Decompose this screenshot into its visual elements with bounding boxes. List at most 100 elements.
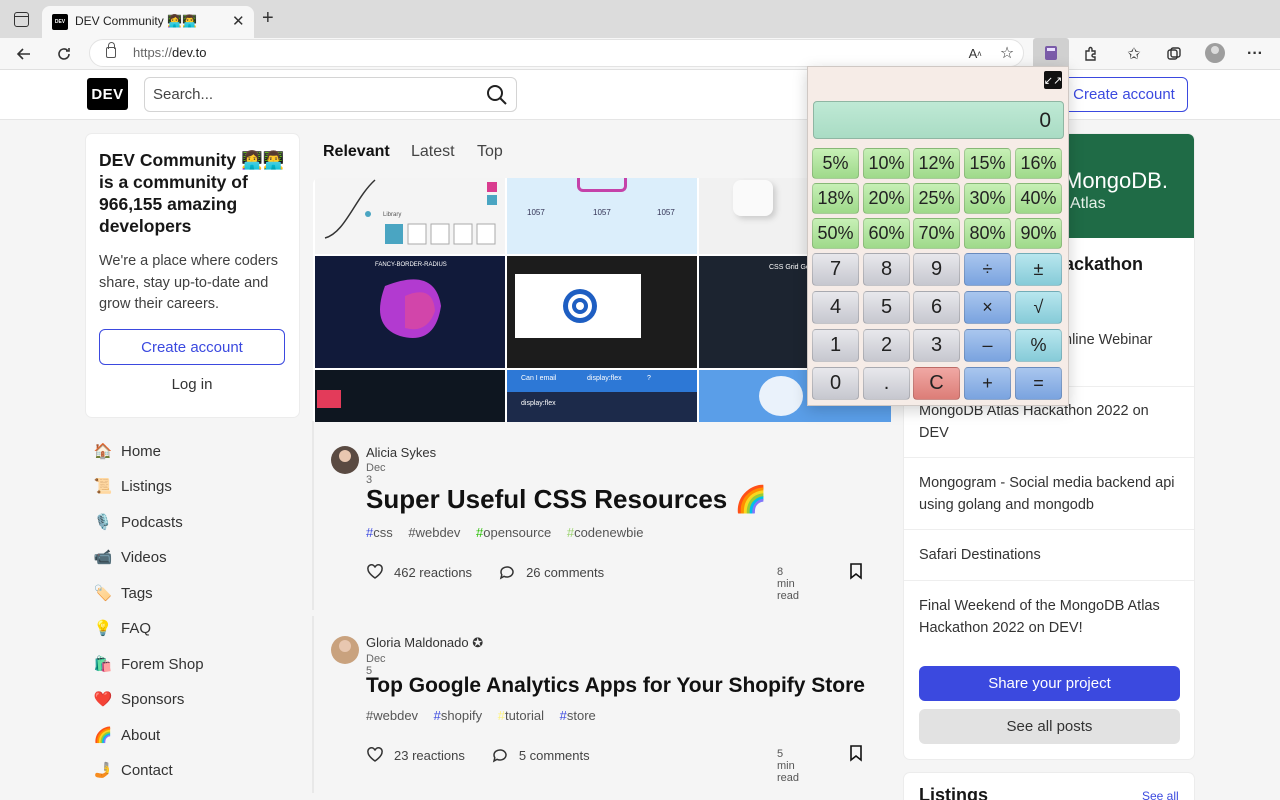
lock-icon[interactable]: [106, 42, 116, 58]
new-tab-icon[interactable]: +: [262, 8, 274, 28]
collections-icon[interactable]: [1162, 42, 1186, 66]
tag-link[interactable]: #codenewbie: [567, 525, 644, 540]
percent-key[interactable]: 30%: [964, 183, 1011, 214]
share-project-button[interactable]: Share your project: [919, 666, 1180, 701]
percent-key[interactable]: 90%: [1015, 218, 1062, 249]
function-key[interactable]: %: [1015, 329, 1062, 362]
tag-link[interactable]: #store: [560, 708, 596, 723]
percent-key[interactable]: 40%: [1015, 183, 1062, 214]
post-author[interactable]: Gloria Maldonado ✪: [366, 635, 483, 651]
profile-avatar[interactable]: [1205, 43, 1225, 63]
tab-latest[interactable]: Latest: [411, 143, 455, 161]
percent-key[interactable]: 12%: [913, 148, 960, 179]
digit-key[interactable]: 0: [812, 367, 859, 400]
percent-key[interactable]: 60%: [863, 218, 910, 249]
tag-link[interactable]: #shopify: [434, 708, 482, 723]
tab-relevant[interactable]: Relevant: [323, 143, 390, 161]
extensions-icon[interactable]: [1079, 42, 1103, 66]
digit-key[interactable]: 4: [812, 291, 859, 324]
tag-link[interactable]: #webdev: [366, 708, 418, 723]
digit-key[interactable]: 6: [913, 291, 960, 324]
nav-item-tags[interactable]: 🏷️ Tags: [94, 580, 153, 606]
equals-key[interactable]: =: [1015, 367, 1062, 400]
sidebar-link[interactable]: Final Weekend of the MongoDB Atlas Hacka…: [919, 595, 1179, 639]
operator-key[interactable]: ×: [964, 291, 1011, 324]
nav-item-home[interactable]: 🏠 Home: [94, 438, 161, 464]
refresh-icon[interactable]: [52, 42, 76, 66]
search-box[interactable]: [144, 77, 517, 112]
see-all-posts-button[interactable]: See all posts: [919, 709, 1180, 744]
tag-link[interactable]: #tutorial: [498, 708, 544, 723]
percent-key[interactable]: 5%: [812, 148, 859, 179]
nav-item-faq[interactable]: 💡 FAQ: [94, 615, 151, 641]
back-icon[interactable]: [12, 42, 36, 66]
digit-key[interactable]: 2: [863, 329, 910, 362]
comments-button[interactable]: 26 comments: [498, 563, 604, 581]
operator-key[interactable]: +: [964, 367, 1011, 400]
sidebar-link[interactable]: MongoDB Atlas Hackathon 2022 on DEV: [919, 400, 1179, 444]
search-icon[interactable]: [486, 84, 508, 106]
bookmark-icon[interactable]: [849, 562, 863, 585]
more-options-icon[interactable]: ···: [1243, 42, 1267, 66]
calculator-extension-button[interactable]: [1033, 38, 1069, 69]
digit-key[interactable]: 7: [812, 253, 859, 286]
percent-key[interactable]: 80%: [964, 218, 1011, 249]
percent-key[interactable]: 15%: [964, 148, 1011, 179]
tab-top[interactable]: Top: [477, 143, 503, 161]
decimal-key[interactable]: .: [863, 367, 910, 400]
comments-button[interactable]: 5 comments: [491, 746, 590, 764]
dev-logo[interactable]: DEV: [87, 78, 128, 110]
function-key[interactable]: ±: [1015, 253, 1062, 286]
nav-item-listings[interactable]: 📜 Listings: [94, 473, 172, 499]
sidebar-link[interactable]: Safari Destinations: [919, 544, 1179, 566]
read-aloud-icon[interactable]: Aʌ: [963, 41, 987, 65]
digit-key[interactable]: 8: [863, 253, 910, 286]
clear-key[interactable]: C: [913, 367, 960, 400]
header-create-account-button[interactable]: Create account: [1060, 77, 1188, 112]
nav-item-contact[interactable]: 🤳 Contact: [94, 757, 173, 783]
post-title[interactable]: Top Google Analytics Apps for Your Shopi…: [366, 674, 865, 698]
operator-key[interactable]: ÷: [964, 253, 1011, 286]
hackathon-title[interactable]: ackathon: [1064, 254, 1143, 275]
percent-key[interactable]: 10%: [863, 148, 910, 179]
post-date[interactable]: Dec 3: [366, 462, 386, 486]
digit-key[interactable]: 5: [863, 291, 910, 324]
post-author[interactable]: Alicia Sykes: [366, 445, 436, 460]
nav-item-about[interactable]: 🌈 About: [94, 722, 161, 748]
close-tab-icon[interactable]: ✕: [232, 12, 245, 30]
percent-key[interactable]: 25%: [913, 183, 960, 214]
bookmark-icon[interactable]: [849, 744, 863, 767]
tag-link[interactable]: #webdev: [408, 525, 460, 540]
function-key[interactable]: √: [1015, 291, 1062, 324]
digit-key[interactable]: 1: [812, 329, 859, 362]
post-cover-image[interactable]: Library 1057 1057 1057 FANCY-BORDER-RADI…: [313, 178, 891, 422]
sidebar-link[interactable]: Mongogram - Social media backend api usi…: [919, 472, 1179, 516]
nav-item-videos[interactable]: 📹 Videos: [94, 544, 167, 570]
create-account-button[interactable]: Create account: [99, 329, 285, 365]
avatar[interactable]: [331, 636, 359, 664]
percent-key[interactable]: 18%: [812, 183, 859, 214]
login-link[interactable]: Log in: [99, 376, 285, 396]
tag-link[interactable]: #css: [366, 525, 393, 540]
address-bar[interactable]: https://dev.to Aʌ ☆: [89, 39, 1024, 67]
browser-tab[interactable]: DEV DEV Community 👩‍💻👨‍💻 ✕: [42, 6, 254, 38]
listings-see-all-link[interactable]: See all: [1142, 789, 1179, 800]
operator-key[interactable]: –: [964, 329, 1011, 362]
favorites-icon[interactable]: ✩: [1122, 42, 1146, 66]
percent-key[interactable]: 70%: [913, 218, 960, 249]
reactions-button[interactable]: 23 reactions: [366, 746, 465, 764]
search-input[interactable]: [153, 86, 473, 103]
sidebar-link[interactable]: nline Webinar: [1064, 329, 1184, 351]
percent-key[interactable]: 16%: [1015, 148, 1062, 179]
digit-key[interactable]: 9: [913, 253, 960, 286]
add-favorite-icon[interactable]: ☆: [995, 41, 1019, 65]
nav-item-forem-shop[interactable]: 🛍️ Forem Shop: [94, 651, 204, 677]
nav-item-podcasts[interactable]: 🎙️ Podcasts: [94, 509, 183, 535]
percent-key[interactable]: 20%: [863, 183, 910, 214]
reactions-button[interactable]: 462 reactions: [366, 563, 472, 581]
expand-icon[interactable]: ↙↗: [1044, 71, 1062, 89]
nav-item-sponsors[interactable]: ❤️ Sponsors: [94, 686, 185, 712]
digit-key[interactable]: 3: [913, 329, 960, 362]
tag-link[interactable]: #opensource: [476, 525, 551, 540]
avatar[interactable]: [331, 446, 359, 474]
